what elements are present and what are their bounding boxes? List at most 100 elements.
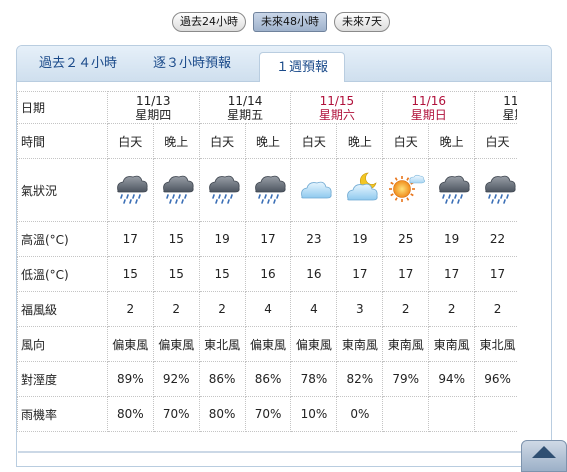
high-temp-row: 高溫(°C) 17151917231925192217 — [17, 221, 517, 257]
wind-level-cell: 2 — [106, 291, 154, 327]
day-weekday: 星期日 — [410, 107, 447, 122]
wind-dir-cell: 偏東風 — [244, 326, 292, 362]
weather-icon-cell — [428, 158, 476, 222]
humidity-cell: 96% — [474, 361, 517, 397]
low-temp-cell: 17 — [474, 256, 517, 292]
tab-weekly-forecast[interactable]: １週預報 — [259, 52, 346, 82]
low-temp-cell: 17 — [382, 256, 430, 292]
high-temp-cell: 15 — [152, 221, 200, 257]
day-header: 11/13 星期四 — [106, 91, 200, 124]
date-row: 日期 11/13 星期四 11/14 星期五 11/15 星期六 11/16 星期日 1… — [17, 91, 517, 124]
high-temp-cell: 17 — [244, 221, 292, 257]
period-cell: 晚上 — [244, 123, 292, 159]
wind-dir-cell: 東南風 — [428, 326, 476, 362]
wind-dir-row: 風向 偏東風偏東風東北風偏東風偏東風東南風東南風東南風東北風東北風 — [17, 326, 517, 362]
rain-cell — [474, 396, 517, 432]
high-temp-cell: 17 — [106, 221, 154, 257]
day-date: 11/15 — [319, 93, 355, 108]
high-temp-cell: 19 — [336, 221, 384, 257]
wind-dir-cell: 東北風 — [474, 326, 517, 362]
period-cell: 白天 — [382, 123, 430, 159]
day-date: 11/17 — [503, 93, 517, 108]
day-date: 11/13 — [135, 93, 171, 108]
wind-dir-cell: 東北風 — [198, 326, 246, 362]
next-7days-button[interactable]: 未來7天 — [334, 12, 390, 32]
rain-icon — [248, 175, 288, 212]
wind-level-cell: 3 — [336, 291, 384, 327]
weather-icon-cell — [106, 158, 154, 222]
wind-level-cell: 2 — [428, 291, 476, 327]
humidity-row: 對溼度 89%92%86%86%78%82%79%94%96%94% — [17, 361, 517, 397]
day-header: 11/14 星期五 — [198, 91, 292, 124]
day-weekday: 星期四 — [135, 107, 172, 122]
next-48h-button[interactable]: 未來48小時 — [253, 12, 327, 32]
rain-icon — [202, 175, 242, 212]
wind-level-cell: 2 — [152, 291, 200, 327]
humidity-cell: 86% — [198, 361, 246, 397]
time-row-label: 時間 — [17, 123, 108, 159]
weather-icon-cell — [152, 158, 200, 222]
weather-icon-cell — [382, 158, 430, 222]
wind-level-cell: 4 — [244, 291, 292, 327]
humidity-cell: 82% — [336, 361, 384, 397]
rain-row: 雨機率 80% 70% 80% 70% 10% 0% — [17, 396, 517, 432]
rain-cell: 10% — [290, 396, 338, 432]
date-row-label: 日期 — [17, 91, 108, 124]
high-temp-label: 高溫(°C) — [17, 221, 108, 257]
high-temp-cell: 22 — [474, 221, 517, 257]
tab-3hour-forecast[interactable]: 逐３小時預報 — [153, 46, 231, 81]
period-cell: 晚上 — [152, 123, 200, 159]
rain-label: 雨機率 — [17, 396, 108, 432]
humidity-cell: 94% — [428, 361, 476, 397]
tab-past-24h[interactable]: 過去２４小時 — [39, 46, 117, 81]
past-24h-button[interactable]: 過去24小時 — [172, 12, 246, 32]
wind-dir-cell: 偏東風 — [106, 326, 154, 362]
period-cell: 晚上 — [336, 123, 384, 159]
humidity-cell: 79% — [382, 361, 430, 397]
wind-dir-cell: 東南風 — [336, 326, 384, 362]
day-header: 11/17星期一 — [474, 91, 517, 124]
time-row: 時間 白天晚上白天晚上白天晚上白天晚上白天晚上 — [17, 123, 517, 159]
wind-level-cell: 2 — [474, 291, 517, 327]
wind-level-cell: 2 — [198, 291, 246, 327]
weather-row: 氣狀況 — [17, 158, 517, 222]
low-temp-cell: 15 — [198, 256, 246, 292]
wind-level-cell: 2 — [382, 291, 430, 327]
rain-cell: 0% — [336, 396, 384, 432]
day-date: 11/16 — [411, 93, 446, 108]
day-weekday: 星期五 — [227, 107, 264, 122]
humidity-cell: 78% — [290, 361, 338, 397]
rain-cell: 70% — [244, 396, 292, 432]
forecast-table-wrap: 日期 11/13 星期四 11/14 星期五 11/15 星期六 11/16 星期日 1… — [17, 91, 517, 432]
day-header: 11/16 星期日 — [382, 91, 476, 124]
humidity-label: 對溼度 — [17, 361, 108, 397]
rain-cell: 80% — [106, 396, 154, 432]
rain-icon — [432, 175, 472, 212]
rain-icon — [478, 175, 517, 212]
sunny-cloud-icon — [386, 174, 426, 212]
high-temp-cell: 19 — [428, 221, 476, 257]
low-temp-cell: 15 — [152, 256, 200, 292]
period-cell: 白天 — [474, 123, 517, 159]
low-temp-cell: 16 — [290, 256, 338, 292]
humidity-cell: 86% — [244, 361, 292, 397]
day-header: 11/15 星期六 — [290, 91, 384, 124]
wind-dir-cell: 偏東風 — [152, 326, 200, 362]
rain-icon — [156, 175, 196, 212]
low-temp-cell: 15 — [106, 256, 154, 292]
wind-dir-cell: 東南風 — [382, 326, 430, 362]
weather-icon-cell — [474, 158, 517, 222]
low-temp-row: 低溫(°C) 15151516161717171717 — [17, 256, 517, 292]
high-temp-cell: 19 — [198, 221, 246, 257]
rain-cell: 70% — [152, 396, 200, 432]
day-date: 11/14 — [227, 93, 263, 108]
day-weekday: 星期一 — [502, 107, 517, 122]
rain-cell: 80% — [198, 396, 246, 432]
panel-bottom-border — [18, 451, 536, 453]
forecast-range-buttons: 過去24小時 未來48小時 未來7天 — [172, 12, 390, 32]
wind-level-label: 福風級 — [17, 291, 108, 327]
scroll-to-top-button[interactable] — [521, 440, 567, 472]
tab-bar: 過去２４小時 逐３小時預報 １週預報 — [17, 46, 551, 82]
wind-dir-cell: 偏東風 — [290, 326, 338, 362]
high-temp-cell: 25 — [382, 221, 430, 257]
